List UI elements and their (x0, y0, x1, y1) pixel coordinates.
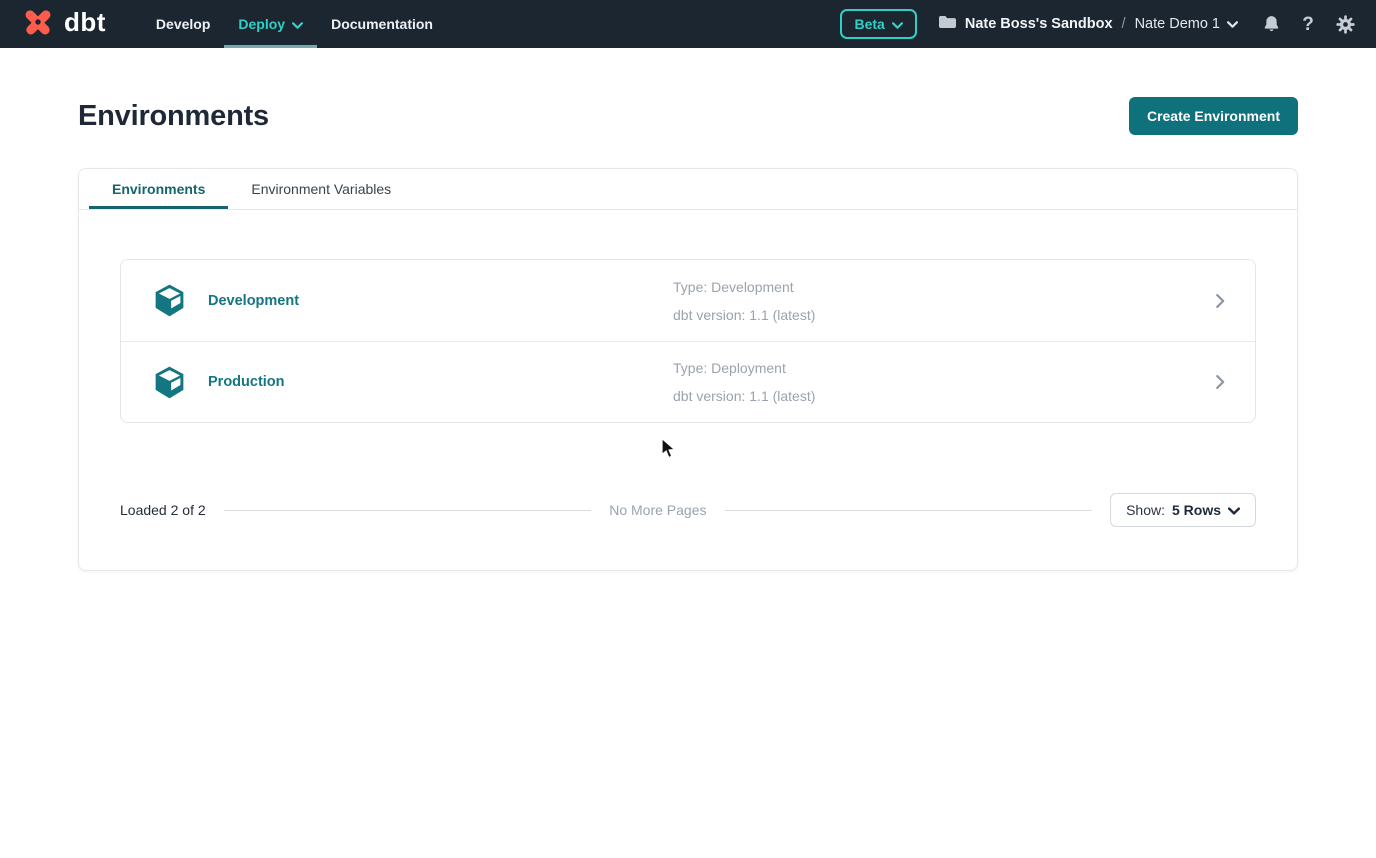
show-value: 5 Rows (1172, 502, 1221, 518)
help-glyph: ? (1302, 15, 1314, 34)
chevron-down-icon (1228, 502, 1240, 518)
loaded-count: Loaded 2 of 2 (120, 502, 206, 518)
create-environment-button[interactable]: Create Environment (1129, 97, 1298, 135)
bell-icon[interactable] (1260, 13, 1282, 35)
breadcrumb-account[interactable]: Nate Boss's Sandbox (965, 16, 1113, 32)
environment-type: Type: Development (673, 273, 815, 301)
tab-environment-variables[interactable]: Environment Variables (228, 169, 414, 209)
chevron-right-icon (1216, 375, 1225, 389)
breadcrumb-separator: / (1122, 16, 1126, 32)
environment-list: Development Type: Development dbt versio… (120, 259, 1256, 423)
environments-card: Environments Environment Variables Devel… (78, 168, 1298, 571)
nav-documentation-label: Documentation (331, 16, 433, 32)
help-icon[interactable]: ? (1297, 13, 1319, 35)
tab-environment-variables-label: Environment Variables (251, 181, 391, 197)
environment-cube-icon (151, 364, 188, 401)
page-header: Environments Create Environment (78, 97, 1298, 135)
folder-icon (939, 15, 956, 33)
breadcrumb-project-label: Nate Demo 1 (1135, 16, 1220, 32)
top-navbar: dbt Develop Deploy Documentation Beta Na… (0, 0, 1376, 48)
chevron-down-icon (892, 16, 903, 32)
page-title: Environments (78, 100, 269, 133)
nav-item-develop[interactable]: Develop (142, 0, 224, 48)
beta-label: Beta (854, 16, 884, 32)
environment-name: Production (208, 374, 285, 390)
tab-environments-label: Environments (112, 181, 205, 197)
tab-bar: Environments Environment Variables (79, 169, 1297, 210)
show-label: Show: (1126, 502, 1165, 518)
environment-info: Type: Deployment dbt version: 1.1 (lates… (673, 354, 815, 410)
nav-item-deploy[interactable]: Deploy (224, 0, 317, 48)
nav-item-documentation[interactable]: Documentation (317, 0, 447, 48)
tab-environments[interactable]: Environments (89, 169, 228, 209)
environment-name: Development (208, 293, 299, 309)
rows-per-page-dropdown[interactable]: Show: 5 Rows (1110, 493, 1256, 527)
dbt-logo[interactable]: dbt (20, 0, 106, 48)
environment-row-production[interactable]: Production Type: Deployment dbt version:… (121, 341, 1255, 422)
environment-cube-icon (151, 282, 188, 319)
nav-develop-label: Develop (156, 16, 210, 32)
navbar-icons: ? (1260, 13, 1356, 35)
divider-line (224, 510, 592, 511)
nav-deploy-label: Deploy (238, 16, 285, 32)
no-more-pages-label: No More Pages (609, 502, 706, 518)
beta-dropdown-button[interactable]: Beta (840, 9, 916, 39)
environment-version: dbt version: 1.1 (latest) (673, 301, 815, 329)
chevron-down-icon (1227, 16, 1238, 32)
environment-version: dbt version: 1.1 (latest) (673, 382, 815, 410)
primary-nav: Develop Deploy Documentation (142, 0, 447, 48)
environment-info: Type: Development dbt version: 1.1 (late… (673, 273, 815, 329)
breadcrumb-project-dropdown[interactable]: Nate Demo 1 (1135, 16, 1238, 32)
dbt-logo-text: dbt (64, 9, 106, 39)
gear-icon[interactable] (1334, 13, 1356, 35)
environment-type: Type: Deployment (673, 354, 815, 382)
dbt-logo-icon (20, 4, 56, 45)
environment-row-development[interactable]: Development Type: Development dbt versio… (121, 260, 1255, 341)
divider-line (725, 510, 1093, 511)
navbar-right: Beta Nate Boss's Sandbox / Nate Demo 1 (840, 0, 1356, 48)
pagination-footer: Loaded 2 of 2 No More Pages Show: 5 Rows (120, 493, 1256, 527)
page-content: Environments Create Environment Environm… (0, 97, 1376, 571)
chevron-down-icon (292, 16, 303, 32)
breadcrumb: Nate Boss's Sandbox / Nate Demo 1 (939, 15, 1238, 33)
chevron-right-icon (1216, 294, 1225, 308)
